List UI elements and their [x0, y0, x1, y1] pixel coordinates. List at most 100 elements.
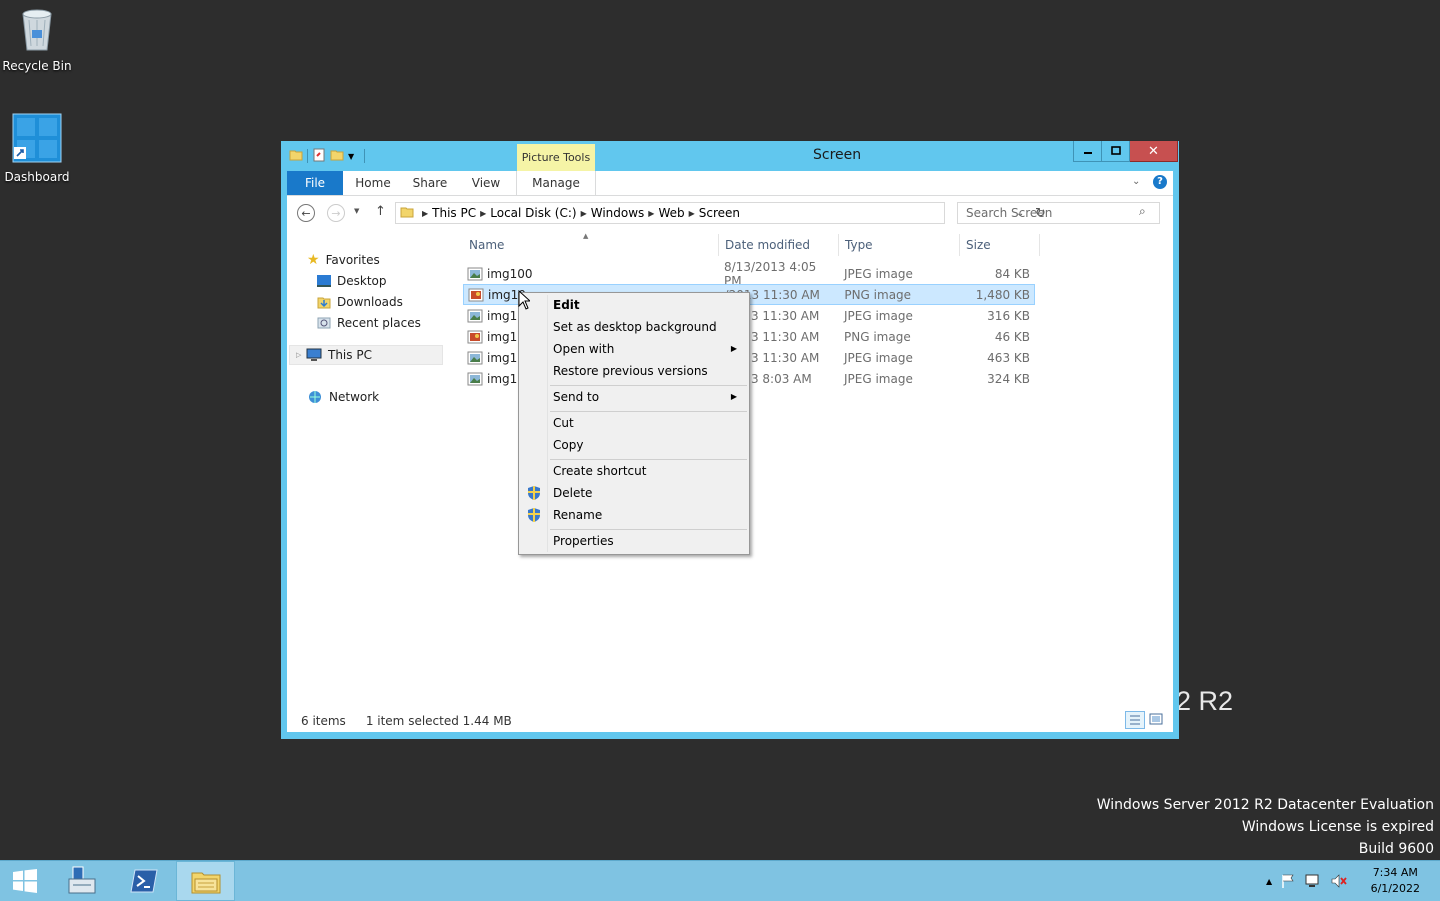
- nav-network-label: Network: [329, 390, 380, 404]
- server-manager-button[interactable]: [56, 861, 108, 901]
- file-explorer-button[interactable]: [176, 861, 235, 901]
- breadcrumb-screen[interactable]: Screen: [699, 206, 740, 220]
- help-icon[interactable]: ?: [1153, 175, 1167, 189]
- maximize-button[interactable]: [1102, 141, 1130, 162]
- breadcrumb-windows[interactable]: Windows: [591, 206, 645, 220]
- dashboard-desktop-icon[interactable]: Dashboard: [0, 113, 74, 184]
- tab-share[interactable]: Share: [405, 171, 455, 195]
- expand-arrow-icon[interactable]: ▷: [296, 345, 301, 365]
- address-separator[interactable]: ▶: [422, 209, 428, 218]
- server-manager-icon: [68, 866, 96, 894]
- star-icon: ★: [307, 252, 320, 268]
- forward-icon[interactable]: →: [327, 204, 345, 222]
- jpeg-icon: [467, 372, 483, 385]
- uac-shield-icon: [528, 486, 540, 500]
- file-type: JPEG image: [844, 350, 913, 365]
- tab-file[interactable]: File: [287, 171, 343, 195]
- menu-edit[interactable]: Edit: [521, 294, 747, 316]
- nav-desktop-label: Desktop: [337, 274, 387, 288]
- nav-this-pc[interactable]: ▷ This PC: [289, 345, 443, 365]
- action-center-flag-icon[interactable]: [1280, 873, 1296, 889]
- nav-network[interactable]: Network: [307, 387, 379, 407]
- address-bar[interactable]: ▶ This PC ▶ Local Disk (C:) ▶ Windows ▶ …: [395, 202, 1046, 224]
- recent-locations-icon[interactable]: ▼: [354, 207, 359, 215]
- dashboard-icon: [12, 113, 62, 163]
- minimize-button[interactable]: [1073, 141, 1102, 162]
- status-item-count: 6 items: [301, 714, 346, 728]
- up-icon[interactable]: ↑: [375, 204, 386, 219]
- network-tray-icon[interactable]: [1304, 873, 1322, 889]
- breadcrumb-web[interactable]: Web: [658, 206, 684, 220]
- menu-create-shortcut[interactable]: Create shortcut: [521, 460, 747, 482]
- downloads-icon: [317, 297, 331, 309]
- details-view-button[interactable]: [1125, 711, 1145, 729]
- column-date[interactable]: Date modified: [719, 234, 839, 256]
- uac-shield-icon: [528, 508, 540, 522]
- menu-open-with[interactable]: Open with ▶: [521, 338, 747, 360]
- address-separator[interactable]: ▶: [581, 209, 587, 218]
- nav-downloads[interactable]: Downloads: [317, 292, 403, 312]
- file-name-cell: img100: [463, 267, 717, 281]
- properties-icon[interactable]: [312, 148, 326, 165]
- file-name: img100: [487, 266, 533, 281]
- menu-set-desktop-background[interactable]: Set as desktop background: [521, 316, 747, 338]
- powershell-icon: [130, 869, 158, 893]
- breadcrumb-this-pc[interactable]: This PC: [432, 206, 476, 220]
- expand-ribbon-icon[interactable]: ⌄: [1132, 176, 1140, 187]
- sort-ascending-icon: ▲: [583, 232, 589, 240]
- tab-manage[interactable]: Manage: [516, 171, 596, 195]
- menu-rename-label: Rename: [553, 508, 603, 522]
- search-input[interactable]: Search Screen: [957, 202, 1160, 224]
- nav-downloads-label: Downloads: [337, 295, 403, 309]
- back-icon[interactable]: ←: [297, 204, 315, 222]
- menu-cut[interactable]: Cut: [521, 412, 747, 434]
- menu-copy[interactable]: Copy: [521, 434, 747, 456]
- tab-home[interactable]: Home: [347, 171, 399, 195]
- context-menu: Edit Set as desktop background Open with…: [518, 292, 750, 555]
- file-type: JPEG image: [844, 371, 913, 386]
- nav-recent-places[interactable]: Recent places: [317, 313, 421, 333]
- menu-send-to[interactable]: Send to ▶: [521, 386, 747, 408]
- recycle-bin-icon: [22, 9, 52, 51]
- recycle-bin-desktop-icon[interactable]: Recycle Bin: [0, 6, 74, 73]
- nav-favorites[interactable]: ★ Favorites: [307, 250, 380, 270]
- column-headers: Name ▲ Date modified Type Size: [463, 232, 1040, 256]
- menu-rename[interactable]: Rename: [521, 504, 747, 526]
- nav-this-pc-label: This PC: [328, 348, 372, 362]
- menu-delete[interactable]: Delete: [521, 482, 747, 504]
- png-icon: [467, 330, 483, 343]
- network-icon: [309, 391, 321, 403]
- tab-view[interactable]: View: [463, 171, 509, 195]
- file-type: JPEG image: [844, 266, 913, 281]
- nav-desktop[interactable]: Desktop: [317, 271, 387, 291]
- ribbon-tabs: File Home Share View Manage ⌄ ?: [287, 171, 1173, 196]
- menu-restore-previous-versions[interactable]: Restore previous versions: [521, 360, 747, 382]
- large-icons-view-button[interactable]: [1147, 711, 1167, 729]
- customize-qat-icon[interactable]: ▼: [348, 152, 354, 161]
- address-separator[interactable]: ▶: [480, 209, 486, 218]
- window-controls: ✕: [1073, 141, 1178, 162]
- column-type[interactable]: Type: [839, 234, 960, 256]
- status-selection: 1 item selected 1.44 MB: [365, 714, 512, 728]
- column-size[interactable]: Size: [960, 234, 1040, 256]
- menu-properties[interactable]: Properties: [521, 530, 747, 552]
- address-separator[interactable]: ▶: [689, 209, 695, 218]
- start-button[interactable]: [0, 861, 50, 901]
- new-folder-icon[interactable]: [330, 148, 344, 165]
- recycle-bin-label: Recycle Bin: [2, 59, 72, 73]
- show-hidden-icons-icon[interactable]: ▲: [1266, 877, 1272, 886]
- menu-send-to-label: Send to: [553, 390, 600, 404]
- volume-muted-icon[interactable]: [1330, 873, 1348, 889]
- column-name[interactable]: Name ▲: [463, 232, 719, 256]
- close-button[interactable]: ✕: [1130, 141, 1178, 162]
- breadcrumb-local-disk[interactable]: Local Disk (C:): [490, 206, 576, 220]
- file-explorer-icon: [191, 872, 220, 894]
- powershell-button[interactable]: [118, 861, 170, 901]
- large-icons-view-icon: [1149, 713, 1163, 725]
- file-type: JPEG image: [844, 308, 913, 323]
- folder-icon[interactable]: [289, 148, 303, 165]
- taskbar-clock[interactable]: 7:34 AM 6/1/2022: [1371, 865, 1420, 897]
- address-separator[interactable]: ▶: [648, 209, 654, 218]
- file-row[interactable]: img100 8/13/2013 4:05 PM JPEG image 84 KB: [463, 260, 1035, 288]
- submenu-arrow-icon: ▶: [730, 392, 737, 401]
